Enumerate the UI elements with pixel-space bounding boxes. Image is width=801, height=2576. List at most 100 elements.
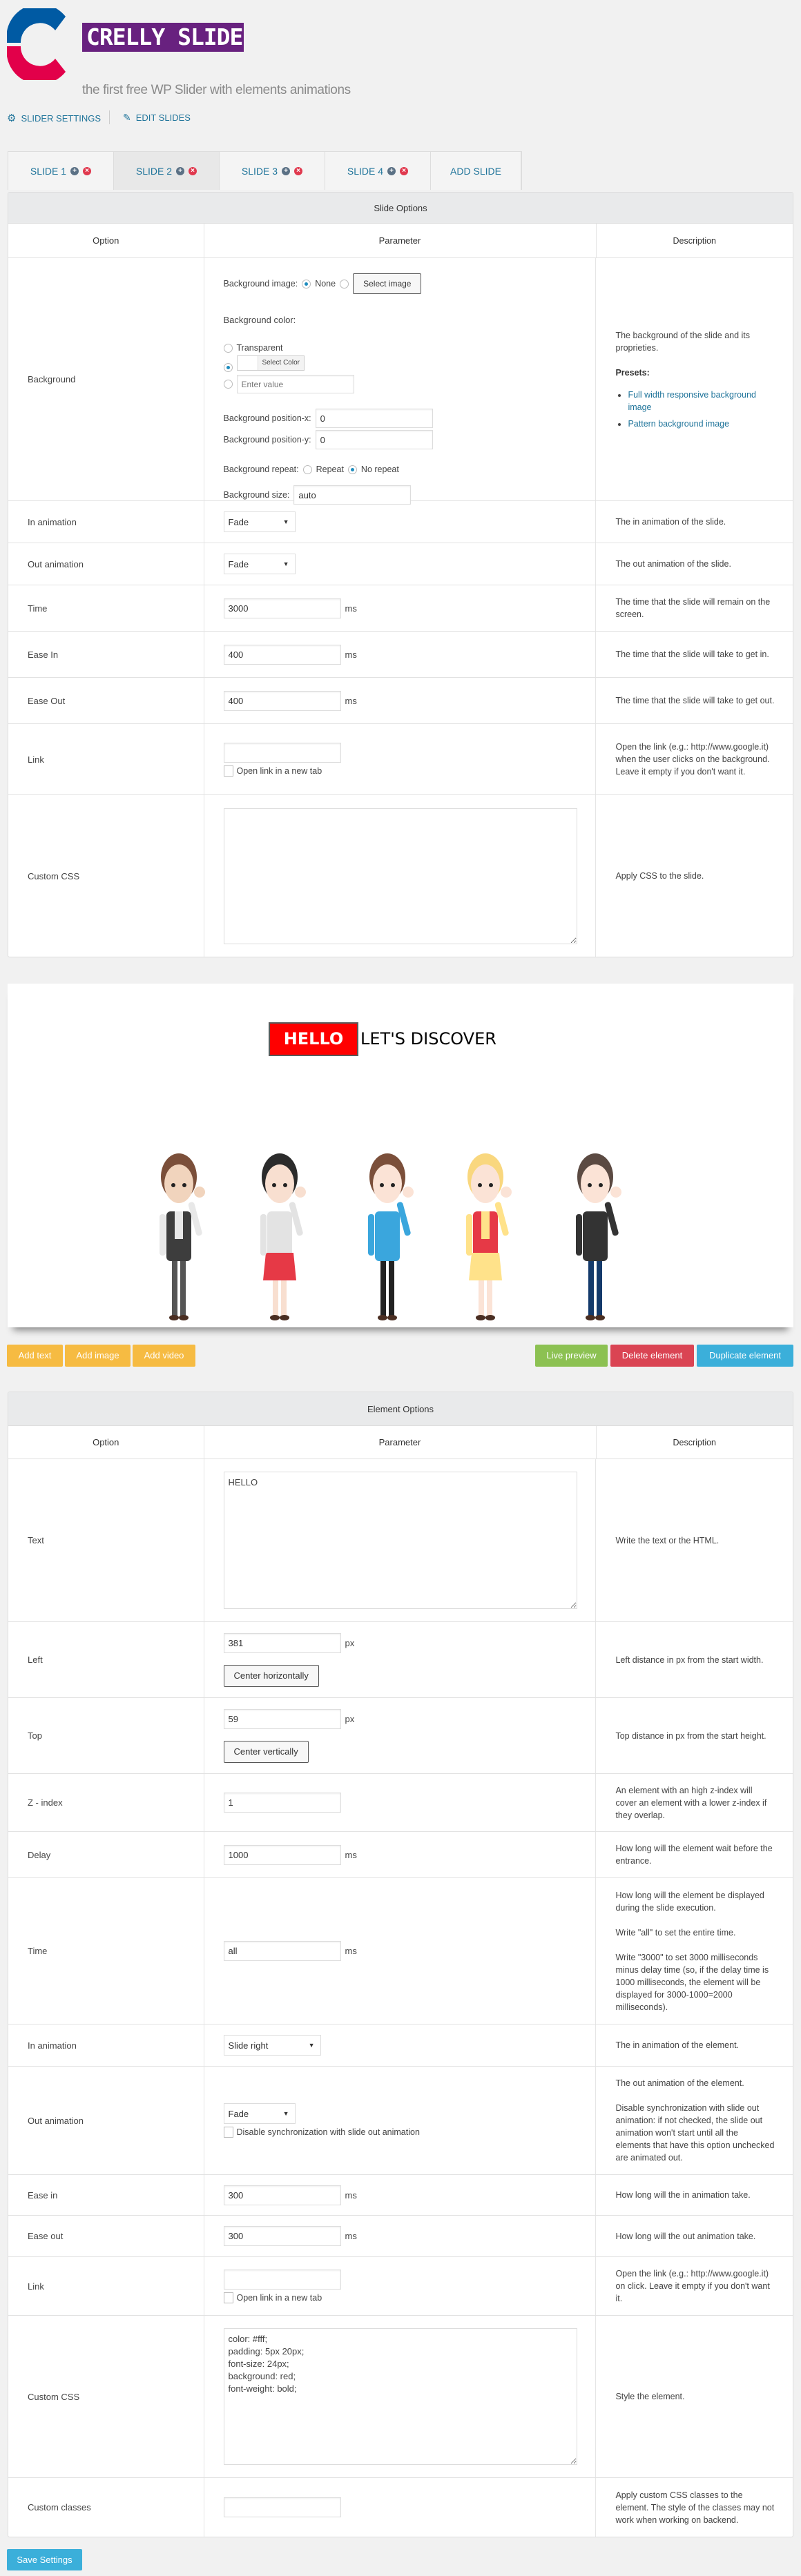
description-text: Apply CSS to the slide. <box>615 871 704 881</box>
preset-pattern-link[interactable]: Pattern background image <box>628 419 729 429</box>
dropdown-arrow-icon: ▼ <box>282 560 289 567</box>
tab-slide-4[interactable]: SLIDE 4 + × <box>325 152 431 190</box>
characters-image[interactable] <box>8 984 793 1327</box>
value-input[interactable] <box>223 598 341 618</box>
input-line: ms <box>223 1844 596 1865</box>
value-input[interactable] <box>223 1708 341 1729</box>
plus-icon[interactable]: + <box>282 166 291 175</box>
tab-slide-2[interactable]: SLIDE 2 + × <box>114 152 220 190</box>
bg-image-label: Background image: <box>223 279 298 289</box>
add-image-button[interactable]: Add image <box>65 1345 131 1367</box>
value-textarea[interactable] <box>223 808 577 944</box>
checkbox-icon[interactable] <box>223 2292 233 2303</box>
description-text: Open the link (e.g.: http://www.google.i… <box>615 742 770 777</box>
description-cell: How long will the in animation take. <box>596 2175 793 2215</box>
radio-custom-color[interactable] <box>223 380 233 389</box>
animation-select[interactable]: Fade ▼ <box>223 511 296 532</box>
save-settings-button[interactable]: Save Settings <box>7 2549 82 2570</box>
input-line: ms <box>223 690 596 711</box>
close-icon[interactable]: × <box>400 166 409 175</box>
live-preview-button[interactable]: Live preview <box>535 1345 608 1367</box>
description-cell: Style the element. <box>596 2316 793 2477</box>
value-input[interactable] <box>223 742 341 763</box>
value-input[interactable] <box>223 1941 341 1961</box>
animation-select[interactable]: Fade ▼ <box>223 2103 296 2124</box>
center-button[interactable]: Center vertically <box>223 1740 309 1763</box>
checkbox-icon[interactable] <box>223 765 233 777</box>
description-cell: The time that the slide will take to get… <box>596 632 793 677</box>
option-label: Top <box>8 1698 204 1773</box>
character-dark-haired-woman <box>260 1153 306 1320</box>
close-icon[interactable]: × <box>189 166 197 175</box>
unit-label: ms <box>345 2231 357 2241</box>
input-line: ms <box>223 598 596 618</box>
radio-repeat[interactable] <box>302 465 312 474</box>
description-text: How long will the out animation take. <box>615 2231 756 2241</box>
pos-x-input[interactable] <box>315 409 433 428</box>
input-line: ms <box>223 2226 596 2246</box>
preset-full-width-link[interactable]: Full width responsive background image <box>628 390 756 412</box>
value-input[interactable] <box>223 2497 341 2517</box>
value-input[interactable] <box>223 1632 341 1653</box>
radio-transparent[interactable] <box>223 343 233 353</box>
value-input[interactable] <box>223 2185 341 2205</box>
radio-image[interactable] <box>340 279 349 289</box>
option-label: Custom CSS <box>8 2316 204 2477</box>
duplicate-element-button[interactable]: Duplicate element <box>697 1345 793 1367</box>
add-text-button[interactable]: Add text <box>7 1345 63 1367</box>
parameter-cell: Fade ▼ <box>204 543 597 585</box>
plus-icon[interactable]: + <box>176 166 185 175</box>
add-video-button[interactable]: Add video <box>133 1345 195 1367</box>
parameter-cell: px Center horizontally <box>204 1622 597 1697</box>
radio-color[interactable] <box>223 363 233 372</box>
value-input[interactable] <box>223 644 341 665</box>
value-input[interactable] <box>223 2226 341 2246</box>
value-input[interactable] <box>223 2269 341 2290</box>
option-label: Custom CSS <box>8 795 204 957</box>
radio-none[interactable] <box>302 279 311 289</box>
close-icon[interactable]: × <box>83 166 92 175</box>
crelly-logo <box>7 8 66 80</box>
value-input[interactable] <box>223 1793 341 1813</box>
dropdown-arrow-icon: ▼ <box>308 2042 315 2049</box>
parameter-cell <box>204 2478 597 2537</box>
animation-select[interactable]: Fade ▼ <box>223 554 296 574</box>
column-header-row: Option Parameter Description <box>8 1426 793 1459</box>
new-tab-checkbox[interactable]: Open link in a new tab <box>223 2292 596 2303</box>
parameter-cell: Fade ▼ <box>204 501 597 543</box>
value-textarea[interactable]: color: #fff; padding: 5px 20px; font-siz… <box>223 2328 577 2465</box>
radio-no-repeat[interactable] <box>347 465 357 474</box>
plus-icon[interactable]: + <box>70 166 79 175</box>
select-value: Fade <box>228 516 249 527</box>
description-text: Write "3000" to set 3000 milliseconds mi… <box>615 1952 769 2012</box>
delete-element-button[interactable]: Delete element <box>610 1345 694 1367</box>
pos-y-input[interactable] <box>315 430 433 449</box>
center-button[interactable]: Center horizontally <box>223 1664 319 1687</box>
description-cell: The out animation of the slide. <box>596 543 793 585</box>
animation-select[interactable]: Slide right ▼ <box>223 2035 321 2056</box>
color-value-input[interactable] <box>236 375 354 393</box>
select-image-button[interactable]: Select image <box>353 273 422 294</box>
sync-checkbox[interactable]: Disable synchronization with slide out a… <box>223 2127 596 2138</box>
value-textarea[interactable]: HELLO <box>223 1472 577 1609</box>
close-icon[interactable]: × <box>294 166 303 175</box>
checkbox-icon[interactable] <box>223 2127 233 2138</box>
add-slide-tab[interactable]: ADD SLIDE <box>431 152 521 190</box>
value-input[interactable] <box>223 1844 341 1865</box>
input-line: ms <box>223 1941 596 1961</box>
tab-slide-1[interactable]: SLIDE 1 + × <box>8 152 114 190</box>
value-input[interactable] <box>223 690 341 711</box>
tab-slide-3[interactable]: SLIDE 3 + × <box>220 152 325 190</box>
color-picker-button[interactable]: Select Color <box>236 355 305 371</box>
description-text: The out animation of the element. <box>615 2078 744 2088</box>
new-tab-checkbox[interactable]: Open link in a new tab <box>223 765 596 777</box>
column-header-row: Option Parameter Description <box>8 224 793 258</box>
slide-preview[interactable]: HELLO LET'S DISCOVER <box>8 984 793 1327</box>
col-option: Option <box>8 1426 204 1458</box>
option-label: Left <box>8 1622 204 1697</box>
nav-slider-settings[interactable]: ⚙ SLIDER SETTINGS <box>7 112 101 124</box>
plus-icon[interactable]: + <box>387 166 396 175</box>
option-label: Ease out <box>8 2216 204 2256</box>
nav-edit-slides[interactable]: ✎ EDIT SLIDES <box>123 112 191 124</box>
parameter-cell: ms <box>204 2216 597 2256</box>
